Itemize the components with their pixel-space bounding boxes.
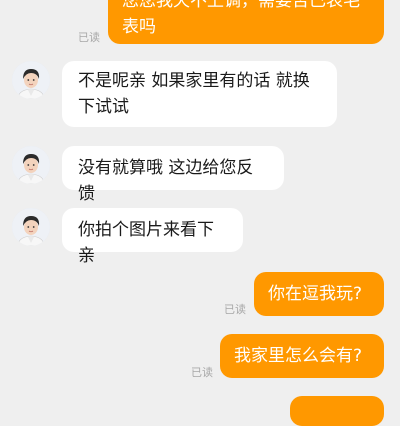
message-text-line: 您您我天不上调，需要否已表毛 [122, 0, 360, 11]
outgoing-message[interactable]: 我家里怎么会有? [220, 334, 384, 378]
message-text-line: 我家里怎么会有? [234, 346, 363, 366]
message-text-line: 你在逗我玩? [268, 284, 363, 304]
incoming-message[interactable]: 不是呢亲 如果家里有的话 就换 下试试 [62, 61, 337, 127]
message-text-line: 没有就算哦 这边给您反馈 [78, 158, 254, 204]
agent-avatar[interactable] [12, 146, 50, 184]
agent-avatar-icon [12, 146, 50, 184]
agent-avatar[interactable] [12, 208, 50, 246]
message-text-line: 你拍个图片来看下亲 [78, 220, 214, 266]
outgoing-message[interactable]: 您您我天不上调，需要否已表毛 表吗 [108, 0, 384, 44]
agent-avatar-icon [12, 208, 50, 246]
message-text-line: 下试试 [78, 97, 129, 117]
read-receipt: 已读 [191, 366, 213, 379]
outgoing-message[interactable] [290, 396, 384, 426]
read-receipt: 已读 [224, 303, 246, 316]
message-text-line: 表吗 [122, 17, 156, 37]
incoming-message[interactable]: 没有就算哦 这边给您反馈 [62, 146, 284, 204]
agent-avatar[interactable] [12, 61, 50, 99]
read-receipt: 已读 [78, 31, 100, 44]
incoming-message[interactable]: 你拍个图片来看下亲 [62, 208, 243, 266]
message-text-line: 不是呢亲 如果家里有的话 就换 [78, 71, 310, 91]
outgoing-message[interactable]: 你在逗我玩? [254, 272, 384, 316]
agent-avatar-icon [12, 61, 50, 99]
